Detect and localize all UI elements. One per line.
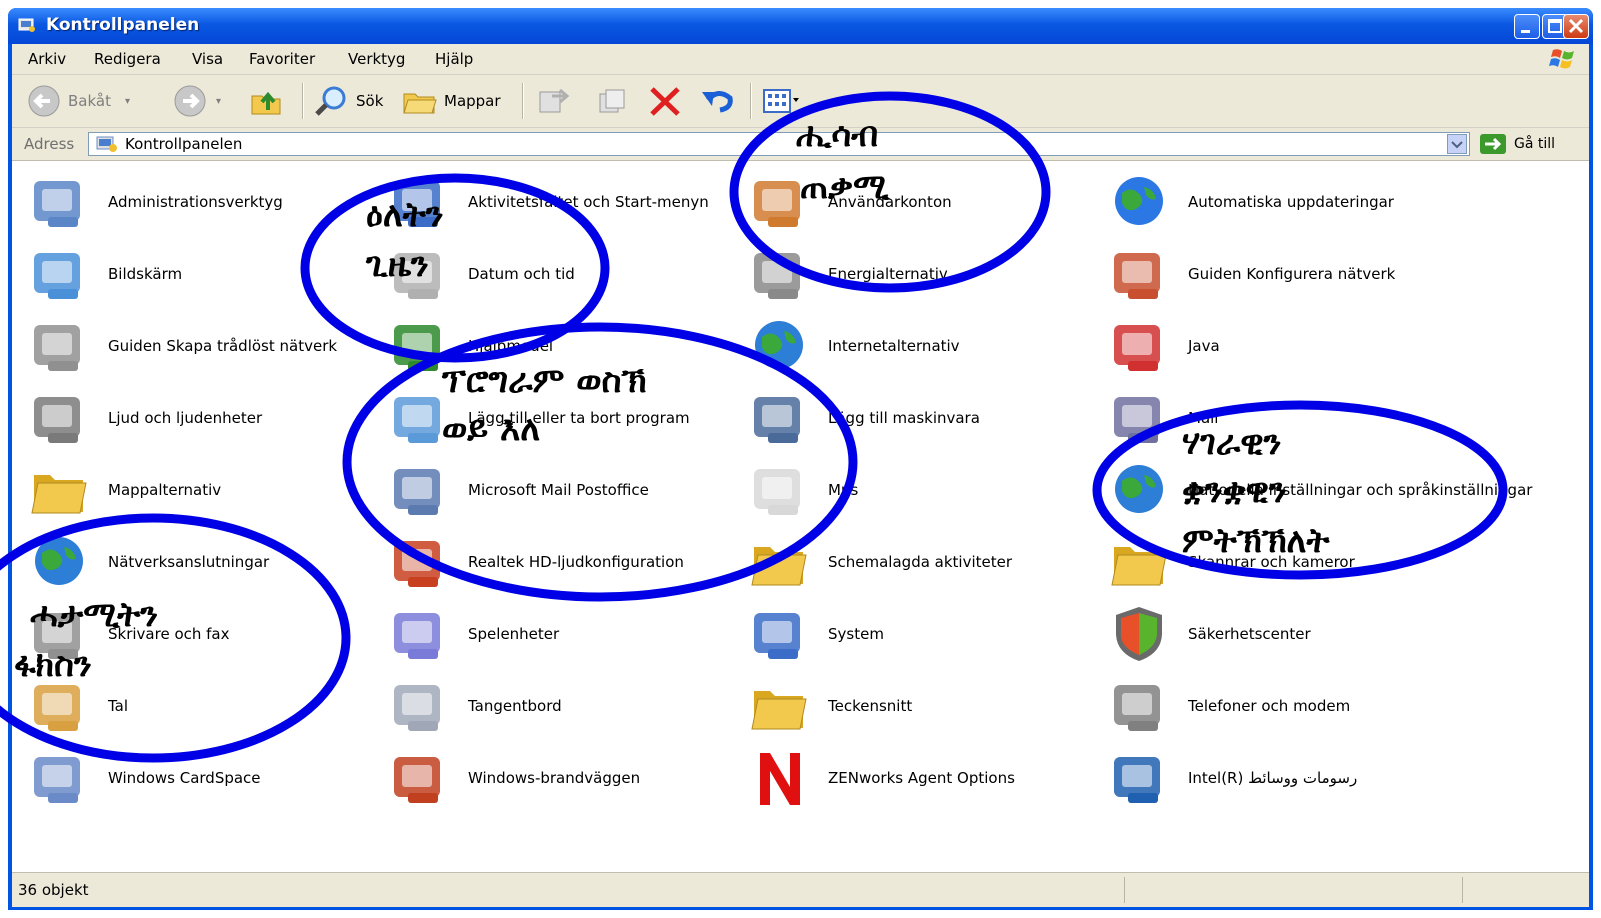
annotation-printers-line2: ፋክስን [14,645,92,685]
annotation-date-time-line1: ዕለትን [366,195,444,235]
annotation-user-accounts-line2: ጠቃሚ [800,167,890,207]
annotation-circle-printers [0,513,351,763]
annotation-user-accounts-line1: ሒሳብ [796,115,879,155]
annotation-add-remove-line1: ፕሮግራም ወስኽ [442,361,647,401]
annotation-circle-user-accounts [729,91,1051,293]
annotation-add-remove-line2: ወይ እለ [442,409,541,449]
annotation-date-time-line2: ጊዜን [366,245,429,285]
annotation-regional-line2: ቋንቋዊን [1182,471,1287,511]
annotation-regional-line3: ምትኽኽለት [1182,521,1330,561]
annotation-regional-line1: ሃገራዊን [1182,423,1282,463]
annotation-printers-line1: ሓታሚትን [30,595,159,635]
